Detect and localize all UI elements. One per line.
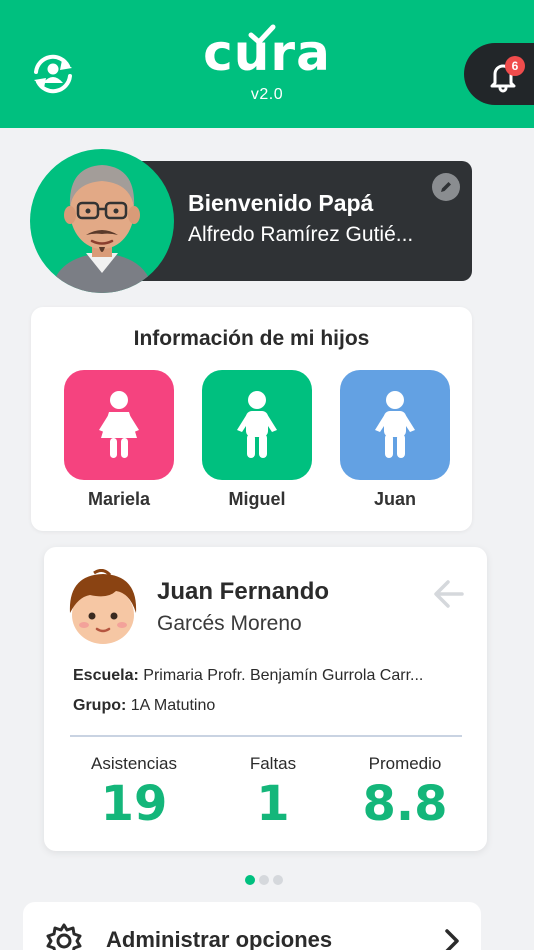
student-last-name: Garcés Moreno	[157, 612, 302, 635]
carousel-dot-3[interactable]	[273, 875, 283, 885]
notifications-button[interactable]: 6	[464, 43, 534, 105]
notification-badge: 6	[505, 56, 525, 76]
arrow-left-icon[interactable]	[432, 577, 466, 611]
welcome-card: Bienvenido Papá Alfredo Ramírez Gutié...	[132, 161, 472, 281]
carousel-dot-1[interactable]	[245, 875, 255, 885]
stat-value: 19	[100, 776, 168, 832]
carousel-dots	[245, 875, 283, 885]
stat-label: Faltas	[249, 754, 297, 773]
group-value: 1A Matutino	[130, 697, 216, 714]
student-avatar	[69, 569, 137, 644]
app-version: v2.0	[250, 86, 284, 103]
gear-icon	[46, 923, 82, 950]
group-label: Grupo:	[73, 697, 127, 714]
stat-value: 8.8	[362, 776, 448, 832]
student-first-name: Juan Fernando	[157, 578, 330, 605]
school-value: Primaria Profr. Benjamín Gurrola Carr...	[143, 667, 424, 684]
chevron-right-icon	[445, 929, 459, 950]
child-tile	[340, 370, 450, 480]
child-juan[interactable]: Juan	[340, 370, 450, 510]
check-mark-icon	[248, 24, 276, 45]
divider	[70, 735, 462, 737]
student-card: Juan Fernando Garcés Moreno Escuela: Pri…	[44, 547, 487, 851]
pencil-icon	[441, 182, 451, 192]
children-title: Información de mi hijos	[133, 327, 370, 350]
child-mariela[interactable]: Mariela	[64, 370, 174, 510]
children-card: Información de mi hijos Mariela Miguel J…	[31, 307, 472, 531]
boy-icon	[237, 391, 277, 458]
child-tile	[202, 370, 312, 480]
stat-label: Promedio	[368, 754, 442, 773]
edit-profile-button[interactable]	[432, 173, 460, 201]
parent-avatar	[30, 149, 174, 293]
parent-avatar-image	[50, 165, 154, 293]
parent-name: Alfredo Ramírez Gutié...	[188, 223, 414, 246]
child-miguel[interactable]: Miguel	[202, 370, 312, 510]
stat-average: Promedio 8.8	[354, 754, 456, 830]
welcome-title: Bienvenido Papá	[188, 190, 374, 216]
app-logo: cura v2.0	[0, 22, 534, 104]
school-label: Escuela:	[73, 667, 139, 684]
child-name: Juan	[373, 489, 416, 509]
manage-options-button[interactable]: Administrar opciones	[23, 902, 481, 950]
girl-icon	[99, 391, 139, 458]
manage-options-label: Administrar opciones	[106, 927, 333, 950]
app-header: cura v2.0 6	[0, 0, 534, 128]
boy-icon	[375, 391, 415, 458]
stat-absences: Faltas 1	[230, 754, 316, 830]
stat-attendance: Asistencias 19	[83, 754, 185, 830]
child-tile	[64, 370, 174, 480]
student-group: Grupo: 1A Matutino	[73, 697, 468, 715]
child-name: Miguel	[228, 489, 286, 509]
child-name: Mariela	[87, 489, 151, 509]
student-school: Escuela: Primaria Profr. Benjamín Gurrol…	[73, 667, 468, 685]
carousel-dot-2[interactable]	[259, 875, 269, 885]
stat-label: Asistencias	[91, 754, 177, 773]
stat-value: 1	[256, 776, 290, 832]
